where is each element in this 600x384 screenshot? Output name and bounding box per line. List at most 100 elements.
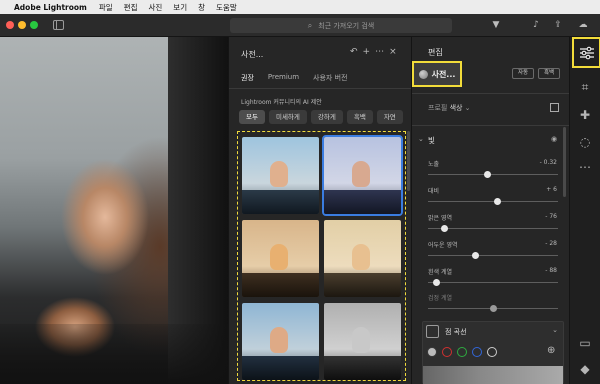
chip-bw[interactable]: 흑백 <box>346 110 373 124</box>
menu-help[interactable]: 도움말 <box>216 2 237 13</box>
zoom-window-button[interactable] <box>30 21 38 29</box>
tabs-divider <box>229 88 412 89</box>
menu-view[interactable]: 보기 <box>173 2 187 13</box>
edit-scrollbar[interactable] <box>563 127 566 197</box>
menu-bar: Adobe Lightroom 파일 편집 사진 보기 창 도움말 <box>0 0 600 14</box>
edit-panel: 편집 사전... 자동 흑백 프로필 색상 ⌄ ⌄ 빛 ◉ 노출 - 0.32 … <box>411 37 570 384</box>
chip-subtle[interactable]: 미세하게 <box>268 110 307 124</box>
browse-profiles-icon[interactable] <box>550 103 559 112</box>
edit-sliders-icon[interactable] <box>572 37 600 68</box>
highlights-label: 밝은 영역 <box>428 215 452 222</box>
contrast-value[interactable]: + 6 <box>546 186 557 193</box>
light-section-title[interactable]: 빛 <box>428 135 435 146</box>
crop-icon[interactable]: ⌗ <box>577 79 593 95</box>
channel-blue-button[interactable] <box>472 347 482 357</box>
exposure-slider-knob[interactable] <box>483 171 491 178</box>
menu-photo[interactable]: 사진 <box>148 2 162 13</box>
filter-icon[interactable]: ▼ <box>489 18 503 32</box>
tab-premium[interactable]: Premium <box>268 73 299 83</box>
contrast-slider-knob[interactable] <box>493 198 501 205</box>
auto-button[interactable]: 자동 <box>512 68 535 79</box>
add-preset-icon[interactable]: + <box>363 47 371 57</box>
target-adjust-icon[interactable]: ⊕ <box>547 345 555 356</box>
presets-button-label: 사전... <box>431 69 456 79</box>
tab-recommended[interactable]: 권장 <box>241 73 254 89</box>
close-icon[interactable]: × <box>389 47 397 57</box>
tab-user-presets[interactable]: 사용자 버전 <box>313 73 347 83</box>
sliders-icon-glyph <box>579 46 594 59</box>
channel-parametric-button[interactable] <box>487 347 497 357</box>
blacks-slider[interactable] <box>428 305 558 312</box>
cloud-icon[interactable]: ☁ <box>576 18 590 32</box>
presets-tabs: 권장 Premium 사용자 버전 <box>241 73 347 89</box>
presets-header-actions: ↶ + ⋯ × <box>350 47 397 57</box>
channel-rgb-button[interactable] <box>427 347 437 357</box>
point-curve-panel: 점 곡선 ⌄ ⊕ <box>422 321 564 384</box>
section-divider <box>412 125 570 126</box>
presets-button[interactable]: 사전... <box>412 61 462 87</box>
curve-graph[interactable] <box>423 366 563 384</box>
tag-icon[interactable]: ◆ <box>577 361 593 377</box>
bw-button[interactable]: 흑백 <box>538 68 561 79</box>
app-name-menu[interactable]: Adobe Lightroom <box>14 3 87 12</box>
chip-natural[interactable]: 자연 <box>376 110 403 124</box>
highlights-slider-knob[interactable] <box>440 225 448 232</box>
preset-thumbnail[interactable] <box>324 220 401 297</box>
exposure-value[interactable]: - 0.32 <box>540 159 557 166</box>
whites-value[interactable]: - 88 <box>545 267 557 274</box>
shadows-value[interactable]: - 28 <box>545 240 557 247</box>
minimize-window-button[interactable] <box>18 21 26 29</box>
menu-edit[interactable]: 편집 <box>124 2 138 13</box>
photo-canvas[interactable] <box>0 37 228 384</box>
close-window-button[interactable] <box>6 21 14 29</box>
share-icon[interactable]: ⇪ <box>551 18 565 32</box>
whites-slider[interactable] <box>428 279 558 286</box>
contrast-slider[interactable] <box>428 198 558 205</box>
whites-slider-knob[interactable] <box>432 279 440 286</box>
presets-scrollbar[interactable] <box>407 131 410 191</box>
whites-label: 흰색 계열 <box>428 269 452 276</box>
shadows-slider-knob[interactable] <box>471 252 479 259</box>
blacks-slider-knob[interactable] <box>490 305 497 312</box>
chevron-down-icon[interactable]: ⌄ <box>418 135 424 143</box>
contrast-label: 대비 <box>428 188 440 195</box>
preset-thumbnail[interactable] <box>242 137 319 214</box>
blacks-label: 검정 계열 <box>428 295 452 302</box>
search-placeholder: 최근 가져오기 검색 <box>318 21 375 30</box>
exposure-label: 노출 <box>428 161 440 168</box>
bell-icon[interactable]: ♪ <box>529 18 543 32</box>
photo-car-door <box>0 324 228 384</box>
menu-window[interactable]: 창 <box>198 2 205 13</box>
undo-icon[interactable]: ↶ <box>350 47 358 57</box>
exposure-slider[interactable] <box>428 171 558 178</box>
profile-value: 색상 <box>449 104 463 112</box>
curve-icon <box>426 325 439 338</box>
more-tools-icon[interactable]: ⋯ <box>577 159 593 175</box>
highlights-value[interactable]: - 76 <box>545 213 557 220</box>
search-input[interactable]: ⌕ 최근 가져오기 검색 <box>230 18 452 33</box>
comment-icon[interactable]: ▭ <box>577 335 593 351</box>
presets-panel-title: 사전... <box>241 50 264 59</box>
chip-strong[interactable]: 강하게 <box>310 110 343 124</box>
chip-all[interactable]: 모두 <box>239 110 265 124</box>
channel-green-button[interactable] <box>457 347 467 357</box>
healing-icon[interactable]: ✚ <box>577 107 593 123</box>
preset-thumbnail-grid <box>237 131 406 381</box>
shadows-slider[interactable] <box>428 252 558 259</box>
masking-icon[interactable]: ◌ <box>577 134 593 150</box>
sidebar-toggle-icon[interactable] <box>53 20 64 30</box>
eye-icon[interactable]: ◉ <box>551 135 557 143</box>
tool-rail: ⌗ ✚ ◌ ⋯ ▭ ◆ <box>569 37 600 384</box>
preset-thumbnail[interactable] <box>324 303 401 380</box>
preset-thumbnail[interactable] <box>242 220 319 297</box>
chevron-down-icon[interactable]: ⌄ <box>552 326 558 334</box>
profile-selector[interactable]: 프로필 색상 ⌄ <box>428 103 471 113</box>
preset-thumbnail[interactable] <box>242 303 319 380</box>
more-icon[interactable]: ⋯ <box>375 47 384 57</box>
section-divider <box>412 93 570 94</box>
channel-red-button[interactable] <box>442 347 452 357</box>
preset-thumbnail-selected[interactable] <box>322 135 403 216</box>
menu-file[interactable]: 파일 <box>99 2 113 13</box>
window-toolbar: ⌕ 최근 가져오기 검색 ▼ ♪ ⇪ ☁ <box>0 14 600 37</box>
highlights-slider[interactable] <box>428 225 558 232</box>
